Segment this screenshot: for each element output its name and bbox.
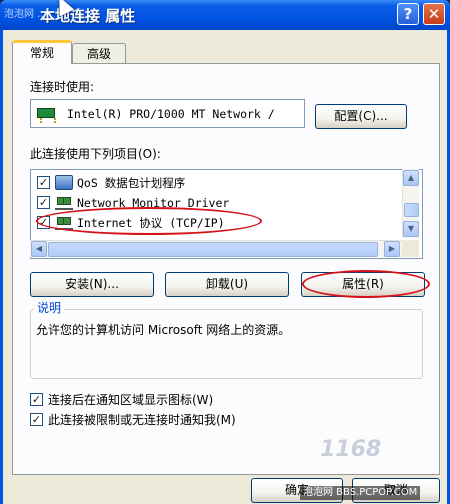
uninstall-button[interactable]: 卸载(U): [165, 272, 289, 297]
watermark-logo: 1168: [320, 437, 382, 462]
connect-using-label: 连接时使用:: [30, 80, 95, 94]
tab-advanced[interactable]: 高级: [72, 43, 126, 65]
adapter-field: Intel(R) PRO/1000 MT Network /: [30, 99, 305, 128]
properties-button[interactable]: 属性(R): [301, 272, 425, 297]
qos-checkbox[interactable]: ✓: [37, 176, 50, 189]
vertical-scrollbar[interactable]: ▲ ▼: [402, 169, 419, 238]
tab-general[interactable]: 常规: [12, 40, 72, 64]
horizontal-scrollbar[interactable]: ◀ ▶: [30, 240, 402, 257]
description-group: [30, 309, 423, 379]
notify-label: 此连接被限制或无连接时通知我(M): [48, 413, 236, 427]
show-icon-checkbox[interactable]: ✓: [30, 393, 43, 406]
window-title: 本地连接 属性: [40, 7, 136, 25]
adapter-name: Intel(R) PRO/1000 MT Network /: [67, 107, 275, 121]
network-protocol-icon: [55, 215, 73, 230]
scroll-down-icon[interactable]: ▼: [403, 221, 419, 237]
tcpip-label: Internet 协议 (TCP/IP): [77, 216, 225, 230]
list-item-qos[interactable]: ✓ QoS 数据包计划程序: [35, 172, 401, 194]
list-item-tcpip[interactable]: ✓ Internet 协议 (TCP/IP): [35, 212, 401, 234]
horizontal-scroll-thumb[interactable]: [48, 242, 378, 257]
components-label: 此连接使用下列项目(O):: [30, 147, 161, 161]
watermark-footer: 泡泡网 BBS.PCPOP.COM: [300, 486, 421, 500]
description-text: 允许您的计算机访问 Microsoft 网络上的资源。: [36, 323, 291, 337]
tcpip-checkbox[interactable]: ✓: [37, 216, 50, 229]
show-icon-label: 连接后在通知区域显示图标(W): [48, 393, 214, 407]
configure-button[interactable]: 配置(C)...: [315, 104, 407, 129]
description-legend: 说明: [34, 300, 65, 316]
scroll-up-icon[interactable]: ▲: [403, 170, 419, 186]
install-button[interactable]: 安装(N)...: [30, 272, 154, 297]
qos-label: QoS 数据包计划程序: [77, 176, 186, 190]
help-button[interactable]: ?: [397, 3, 419, 25]
scrollbar-corner: [402, 240, 419, 257]
netmon-checkbox[interactable]: ✓: [37, 196, 50, 209]
network-protocol-icon: [55, 195, 73, 210]
netmon-label: Network Monitor Driver: [77, 196, 230, 210]
list-item-netmon[interactable]: ✓ Network Monitor Driver: [35, 192, 401, 214]
close-button[interactable]: ✕: [423, 3, 445, 25]
qos-packet-icon: [55, 175, 73, 190]
scroll-right-icon[interactable]: ▶: [384, 241, 400, 257]
scroll-left-icon[interactable]: ◀: [31, 241, 47, 257]
vertical-scroll-thumb[interactable]: [404, 203, 419, 217]
notify-checkbox[interactable]: ✓: [30, 413, 43, 426]
network-adapter-icon: [37, 108, 56, 121]
